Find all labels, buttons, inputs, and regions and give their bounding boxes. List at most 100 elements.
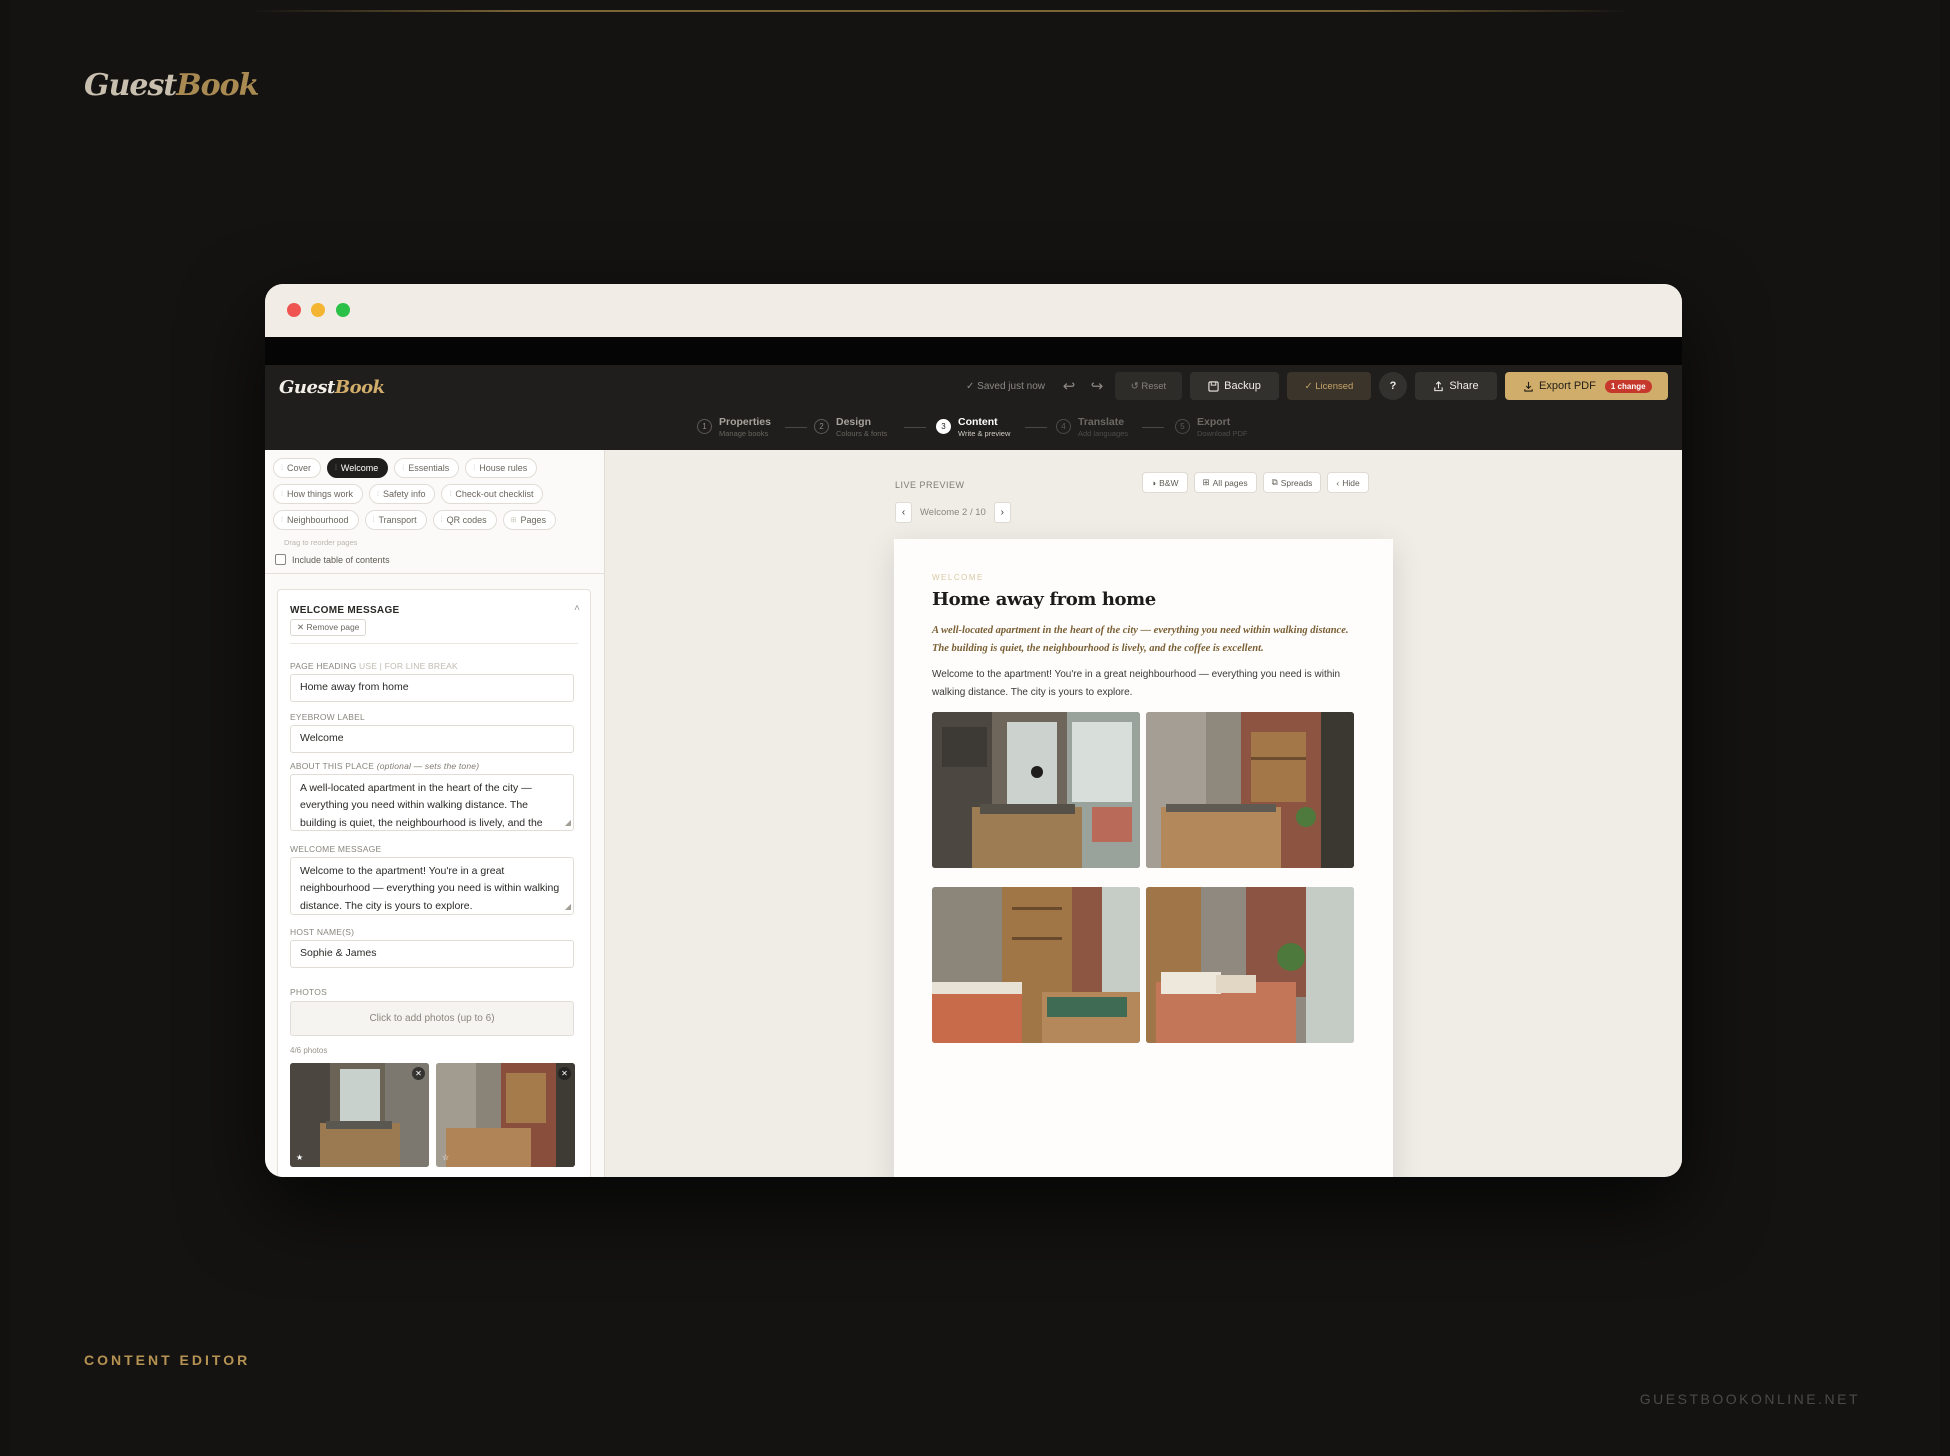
save-disk-icon xyxy=(1208,380,1219,392)
step-content[interactable]: 3 Content Write & preview xyxy=(936,416,1010,438)
close-window-button[interactable] xyxy=(287,303,301,317)
tab-safety-info[interactable]: ⁞ Safety info xyxy=(368,484,436,504)
page-pager: ‹ Welcome 2 / 10 › xyxy=(895,502,1011,523)
caption-content-editor: CONTENT EDITOR xyxy=(84,1352,251,1368)
photo-thumbnail[interactable]: ✕ ☆ xyxy=(436,1063,575,1167)
drag-hint: Drag to reorder pages xyxy=(284,538,358,547)
host-name-input[interactable]: Sophie & James xyxy=(290,940,574,968)
step-export[interactable]: 5 Export Download PDF xyxy=(1175,416,1247,438)
welcome-textarea[interactable]: Welcome to the apartment! You're in a gr… xyxy=(290,857,574,915)
backup-button[interactable]: Backup xyxy=(1190,372,1279,400)
spreads-icon: ⧉ xyxy=(1271,477,1278,487)
step-properties[interactable]: 1 Properties Manage books xyxy=(697,416,771,438)
toc-toggle[interactable]: Include table of contents xyxy=(275,554,390,565)
eyebrow-label: EYEBROW LABEL xyxy=(290,712,365,722)
download-icon xyxy=(1524,381,1533,392)
licensed-badge[interactable]: ✓ Licensed xyxy=(1287,372,1371,400)
toolbar: ✓ Saved just now ↩ ↪ ↺ Reset Backup ✓ Li… xyxy=(966,372,1668,400)
live-preview-pane: LIVE PREVIEW ◑ B&W ⊞ All pages ⧉ Spreads ‹ H… xyxy=(605,450,1682,1177)
gallery-photo xyxy=(1146,712,1354,868)
photo-count: 4/6 photos xyxy=(290,1046,328,1055)
live-preview-label: LIVE PREVIEW xyxy=(895,480,965,490)
decorative-line xyxy=(250,10,1630,12)
host-label: HOST NAME(S) xyxy=(290,927,355,937)
window-strip xyxy=(265,337,1682,365)
remove-photo-icon[interactable]: ✕ xyxy=(412,1067,425,1080)
page-heading: Home away from home xyxy=(932,589,1156,610)
prev-page-button[interactable]: ‹ xyxy=(895,502,912,523)
maximize-window-button[interactable] xyxy=(336,303,350,317)
hide-icon: ‹ xyxy=(1336,477,1340,488)
tab-cover[interactable]: ⁞ Cover xyxy=(273,458,321,478)
undo-icon[interactable]: ↩ xyxy=(1059,377,1079,395)
share-icon xyxy=(1434,380,1444,391)
bedroom-bed-photo xyxy=(1146,887,1354,1043)
grid-icon: ⊞ xyxy=(510,517,517,524)
help-button[interactable]: ? xyxy=(1379,372,1407,400)
kitchen-photo xyxy=(290,1063,429,1167)
add-photos-button[interactable]: Click to add photos (up to 6) xyxy=(290,1001,574,1036)
divider xyxy=(290,643,578,644)
next-page-button[interactable]: › xyxy=(993,502,1011,523)
app-logo[interactable]: GuestBook xyxy=(279,377,385,398)
bedroom-shelves-photo xyxy=(932,887,1140,1043)
bw-toggle-button[interactable]: ◑ B&W xyxy=(1142,472,1188,493)
tab-check-out-checklist[interactable]: ⁞ Check-out checklist xyxy=(441,484,544,504)
tab-essentials[interactable]: ⁞ Essentials xyxy=(394,458,460,478)
remove-page-button[interactable]: ✕ Remove page xyxy=(290,619,367,636)
section-title: WELCOME MESSAGE xyxy=(290,605,400,616)
gallery-photo xyxy=(932,712,1140,868)
gallery-photo xyxy=(1146,887,1354,1043)
page-welcome-text: Welcome to the apartment! You're in a gr… xyxy=(932,669,1341,698)
workflow-steps: 1 Properties Manage books 2 Design Colours… xyxy=(265,416,1682,442)
brand-logo: GuestBook xyxy=(84,68,259,103)
tab-house-rules[interactable]: ⁞ House rules xyxy=(465,458,538,478)
step-design[interactable]: 2 Design Colours & fonts xyxy=(814,416,887,438)
kitchen-window-photo xyxy=(932,712,1140,868)
page-about-text: A well-located apartment in the heart of… xyxy=(932,625,1349,654)
content-sidebar: ⁞ Cover ⁞ Welcome ⁞ Essentials ⁞ House rules… xyxy=(265,450,605,1177)
page-heading-input[interactable]: Home away from home xyxy=(290,674,574,702)
tab-pages[interactable]: ⊞ Pages xyxy=(502,510,557,530)
tab-neighbourhood[interactable]: ⁞ Neighbourhood xyxy=(273,510,359,530)
contrast-icon: ◑ xyxy=(1151,477,1157,488)
toc-checkbox[interactable] xyxy=(275,554,286,565)
hide-preview-button[interactable]: ‹ Hide xyxy=(1327,472,1369,493)
cover-star-icon[interactable]: ★ xyxy=(296,1153,303,1162)
eyebrow-input[interactable]: Welcome xyxy=(290,725,574,753)
page-eyebrow: WELCOME xyxy=(932,573,984,582)
saved-status: ✓ Saved just now xyxy=(966,380,1045,392)
tab-qr-codes[interactable]: ⁞ QR codes xyxy=(432,510,497,530)
photo-thumbnail[interactable]: ✕ ★ xyxy=(290,1063,429,1167)
spreads-button[interactable]: ⧉ Spreads xyxy=(1262,472,1322,493)
tab-how-things-work[interactable]: ⁞ How things work xyxy=(273,484,363,504)
tab-transport[interactable]: ⁞ Transport xyxy=(364,510,427,530)
photos-label: PHOTOS xyxy=(290,987,327,997)
cover-star-icon[interactable]: ☆ xyxy=(442,1153,449,1162)
app-window: GuestBook ✓ Saved just now ↩ ↪ ↺ Reset B… xyxy=(265,284,1682,1177)
caption-website: GUESTBOOKONLINE.NET xyxy=(1639,1391,1860,1407)
collapse-icon[interactable]: ˄ xyxy=(574,603,580,614)
about-label: ABOUT THIS PLACE (optional — sets the to… xyxy=(290,761,480,771)
preview-controls: ◑ B&W ⊞ All pages ⧉ Spreads ‹ Hide xyxy=(1142,472,1369,493)
remove-photo-icon[interactable]: ✕ xyxy=(558,1067,571,1080)
minimize-window-button[interactable] xyxy=(311,303,325,317)
window-titlebar xyxy=(265,284,1682,337)
all-pages-button[interactable]: ⊞ All pages xyxy=(1193,472,1257,493)
welcome-label: WELCOME MESSAGE xyxy=(290,844,382,854)
page-tabs: ⁞ Cover ⁞ Welcome ⁞ Essentials ⁞ House rules… xyxy=(273,458,597,536)
kitchen-shelves-photo xyxy=(436,1063,575,1167)
about-textarea[interactable]: A well-located apartment in the heart of… xyxy=(290,774,574,831)
preview-page: WELCOME Home away from home A well-locat… xyxy=(894,539,1393,1177)
page-indicator: Welcome 2 / 10 xyxy=(920,507,986,518)
welcome-editor-card: WELCOME MESSAGE ˄ ✕ Remove page PAGE HEA… xyxy=(277,589,591,1177)
export-pdf-button[interactable]: Export PDF 1 change xyxy=(1505,372,1668,400)
grid-icon: ⊞ xyxy=(1202,477,1210,487)
redo-icon[interactable]: ↪ xyxy=(1087,377,1107,395)
divider xyxy=(265,573,604,574)
change-count-badge: 1 change xyxy=(1604,379,1652,393)
tab-welcome[interactable]: ⁞ Welcome xyxy=(326,458,389,478)
reset-button[interactable]: ↺ Reset xyxy=(1115,372,1182,400)
step-translate[interactable]: 4 Translate Add languages xyxy=(1056,416,1128,438)
share-button[interactable]: Share xyxy=(1415,372,1497,400)
